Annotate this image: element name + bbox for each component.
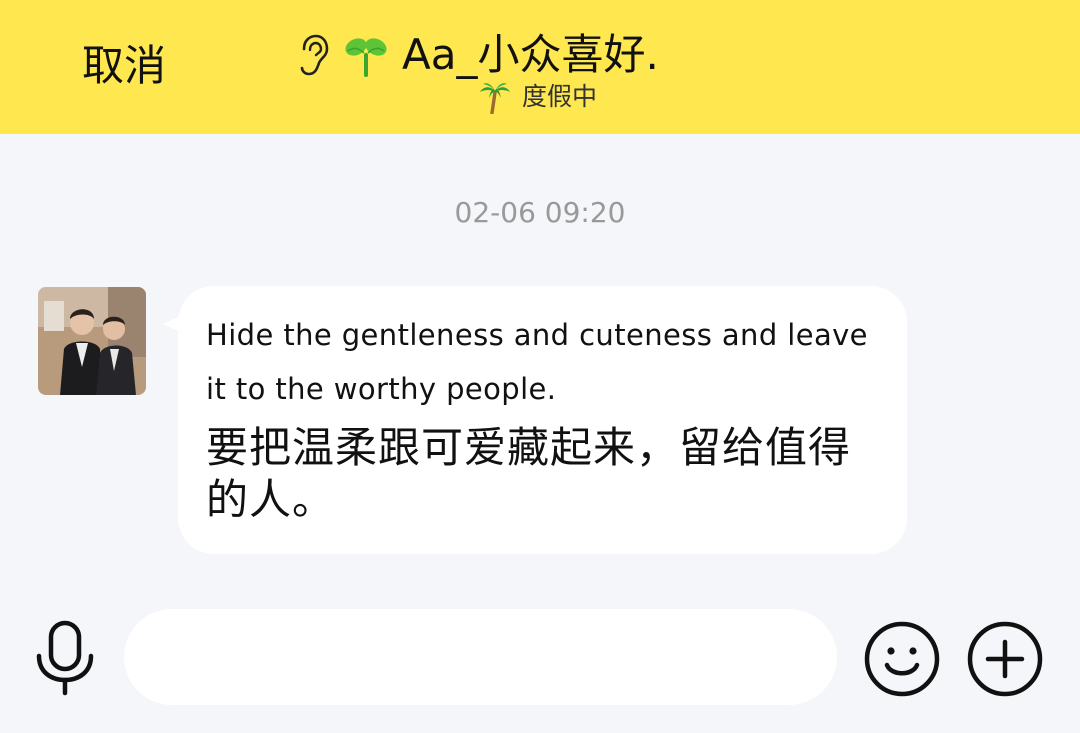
cancel-button[interactable]: 取消 bbox=[82, 38, 166, 94]
message-text-zh: 要把温柔跟可爱藏起来，留给值得的人。 bbox=[206, 423, 852, 524]
contact-name: Aa_小众喜好. bbox=[402, 30, 659, 79]
message-timestamp: 02-06 09:20 bbox=[454, 196, 626, 229]
avatar-photo bbox=[38, 287, 146, 395]
message-bubble[interactable]: Hide the gentleness and cuteness and lea… bbox=[178, 286, 907, 554]
emoji-icon[interactable] bbox=[863, 620, 941, 698]
microphone-icon[interactable] bbox=[34, 620, 96, 696]
ear-icon bbox=[300, 34, 329, 76]
contact-title: Aa_小众喜好. bbox=[296, 28, 659, 82]
contact-status: 度假中 bbox=[478, 80, 597, 114]
palm-tree-icon bbox=[480, 83, 510, 114]
message-text-en: Hide the gentleness and cuteness and lea… bbox=[206, 318, 868, 406]
status-text: 度假中 bbox=[522, 82, 598, 111]
avatar[interactable] bbox=[38, 287, 146, 395]
chat-header: 取消 Aa_小众喜好. 度假中 bbox=[0, 0, 1080, 134]
message-input[interactable] bbox=[124, 609, 837, 705]
plus-icon[interactable] bbox=[966, 620, 1044, 698]
sprout-icon bbox=[345, 38, 387, 77]
